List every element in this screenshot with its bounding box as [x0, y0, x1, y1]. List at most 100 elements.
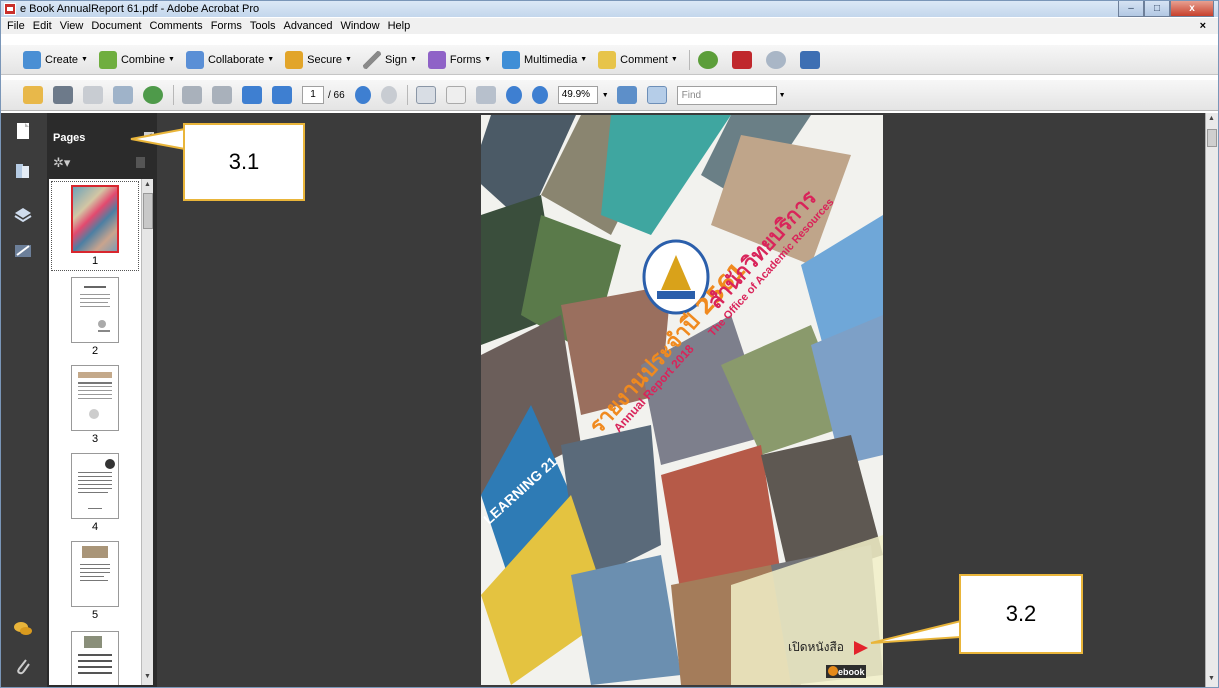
- menu-comments[interactable]: Comments: [146, 20, 207, 32]
- menu-forms[interactable]: Forms: [207, 20, 246, 32]
- sign-label: Sign: [384, 53, 407, 66]
- thumbnail-scrollbar[interactable]: ▲ ▼: [141, 179, 153, 685]
- create-button[interactable]: Create ▼: [23, 50, 88, 69]
- callout-3-1: 3.1: [183, 123, 305, 201]
- menu-tools[interactable]: Tools: [246, 20, 280, 32]
- comment-button[interactable]: Comment ▼: [598, 50, 678, 69]
- zoom-dropdown-icon[interactable]: ▼: [602, 92, 609, 99]
- pages-icon[interactable]: [13, 121, 33, 141]
- page-thumbnail-4[interactable]: [71, 453, 119, 519]
- zoom-level-field[interactable]: 49.9%: [557, 86, 598, 104]
- page-total: / 66: [328, 89, 345, 101]
- previous-view-icon[interactable]: [354, 86, 371, 104]
- page-thumbnail-2[interactable]: [71, 277, 119, 343]
- pages-panel-title: Pages: [53, 132, 86, 144]
- toolbar-separator: [406, 85, 408, 105]
- page-thumbnail-1[interactable]: [71, 185, 119, 253]
- collaborate-label: Collaborate: [207, 53, 265, 66]
- menu-help[interactable]: Help: [384, 20, 415, 32]
- attachments-icon[interactable]: [13, 657, 33, 677]
- zoom-in-icon[interactable]: [531, 86, 548, 104]
- collapse-panel-icon[interactable]: ◀: [144, 132, 154, 142]
- forms-label: Forms: [449, 53, 482, 66]
- maximize-button[interactable]: □: [1144, 1, 1170, 17]
- video-icon[interactable]: [799, 50, 820, 69]
- next-view-icon[interactable]: [380, 86, 397, 104]
- forms-icon: [427, 50, 446, 69]
- thumbnail-label: 3: [91, 433, 99, 445]
- forms-button[interactable]: Forms ▼: [427, 50, 491, 69]
- combine-button[interactable]: Combine ▼: [98, 50, 175, 69]
- window-controls: – □ x: [1118, 1, 1214, 17]
- gear-icon[interactable]: ✲▾: [53, 155, 70, 171]
- organizer-icon[interactable]: [697, 50, 718, 69]
- select-tool-icon[interactable]: [415, 86, 436, 104]
- pages-options-bar: ✲▾: [47, 153, 157, 173]
- menu-view[interactable]: View: [56, 20, 88, 32]
- menu-bar: File Edit View Document Comments Forms T…: [1, 18, 1218, 34]
- lock-icon: [285, 50, 304, 69]
- menu-edit[interactable]: Edit: [29, 20, 56, 32]
- zoom-tool-icon[interactable]: [475, 86, 496, 104]
- ebook-cover-page: รายงานประจำปี 2561 Annual Report 2018 สำ…: [481, 115, 883, 685]
- acrobat-window: e Book AnnualReport 61.pdf - Adobe Acrob…: [0, 0, 1219, 688]
- menu-file[interactable]: File: [3, 20, 29, 32]
- create-icon: [23, 50, 41, 69]
- comments-icon[interactable]: [13, 619, 33, 639]
- menu-window[interactable]: Window: [336, 20, 383, 32]
- thumbnail-label: 1: [91, 255, 99, 267]
- save-icon[interactable]: [83, 86, 103, 104]
- acrobat-pdf-icon: [4, 3, 16, 15]
- collaborate-icon: [185, 50, 204, 69]
- email-icon[interactable]: [113, 86, 133, 104]
- find-dropdown-icon[interactable]: ▼: [779, 92, 786, 99]
- multimedia-button[interactable]: Multimedia ▼: [502, 50, 587, 69]
- pages-panel-header: Pages ◀: [47, 125, 157, 151]
- last-page-icon[interactable]: [272, 86, 292, 104]
- hand-tool-icon[interactable]: [445, 86, 466, 104]
- comment-icon: [598, 50, 617, 69]
- menu-advanced[interactable]: Advanced: [280, 20, 337, 32]
- print-icon[interactable]: [53, 86, 73, 104]
- close-document-button[interactable]: ×: [1196, 20, 1210, 32]
- pages-panel: Pages ◀ ✲▾ 1 2 3 4 5 ▲ ▼: [47, 113, 157, 687]
- next-page-icon[interactable]: [242, 86, 262, 104]
- page-thumbnail-6[interactable]: [71, 631, 119, 685]
- secure-button[interactable]: Secure ▼: [285, 50, 352, 69]
- callout-3-2: 3.2: [959, 574, 1083, 654]
- layers-icon[interactable]: [13, 205, 33, 225]
- fit-width-icon[interactable]: [616, 86, 637, 104]
- multimedia-label: Multimedia: [524, 53, 578, 66]
- page-number-input[interactable]: 1: [302, 86, 324, 104]
- zoom-out-icon[interactable]: [505, 86, 522, 104]
- fit-page-icon[interactable]: [646, 86, 667, 104]
- thumbnail-label: 2: [91, 345, 99, 357]
- secure-label: Secure: [307, 53, 342, 66]
- bookmarks-icon[interactable]: [13, 161, 33, 181]
- multimedia-icon: [502, 50, 521, 69]
- menu-document[interactable]: Document: [87, 20, 145, 32]
- minimize-button[interactable]: –: [1118, 1, 1144, 17]
- trash-icon[interactable]: [136, 157, 145, 168]
- navigation-toolbar: 1 / 66 49.9% ▼ Find ▼: [1, 80, 1218, 111]
- close-button[interactable]: x: [1170, 1, 1214, 17]
- find-input[interactable]: Find: [676, 85, 777, 105]
- signatures-icon[interactable]: [13, 241, 33, 261]
- combine-icon: [98, 50, 117, 69]
- document-scrollbar[interactable]: ▲ ▼: [1205, 113, 1218, 687]
- page-thumbnail-5[interactable]: [71, 541, 119, 607]
- toolbar-separator: [688, 49, 690, 70]
- pen-icon: [362, 50, 381, 69]
- audio-icon[interactable]: [765, 50, 786, 69]
- navigation-pane-strip: [1, 113, 47, 687]
- globe-icon[interactable]: [143, 86, 163, 104]
- sign-button[interactable]: Sign ▼: [362, 50, 417, 69]
- page-thumbnail-3[interactable]: [71, 365, 119, 431]
- collaborate-button[interactable]: Collaborate ▼: [185, 50, 274, 69]
- flash-icon[interactable]: [731, 50, 752, 69]
- first-page-icon[interactable]: [182, 86, 202, 104]
- create-label: Create: [45, 53, 79, 66]
- ebook-badge-label: ebook: [838, 667, 865, 677]
- open-folder-icon[interactable]: [23, 86, 43, 104]
- previous-page-icon[interactable]: [212, 86, 232, 104]
